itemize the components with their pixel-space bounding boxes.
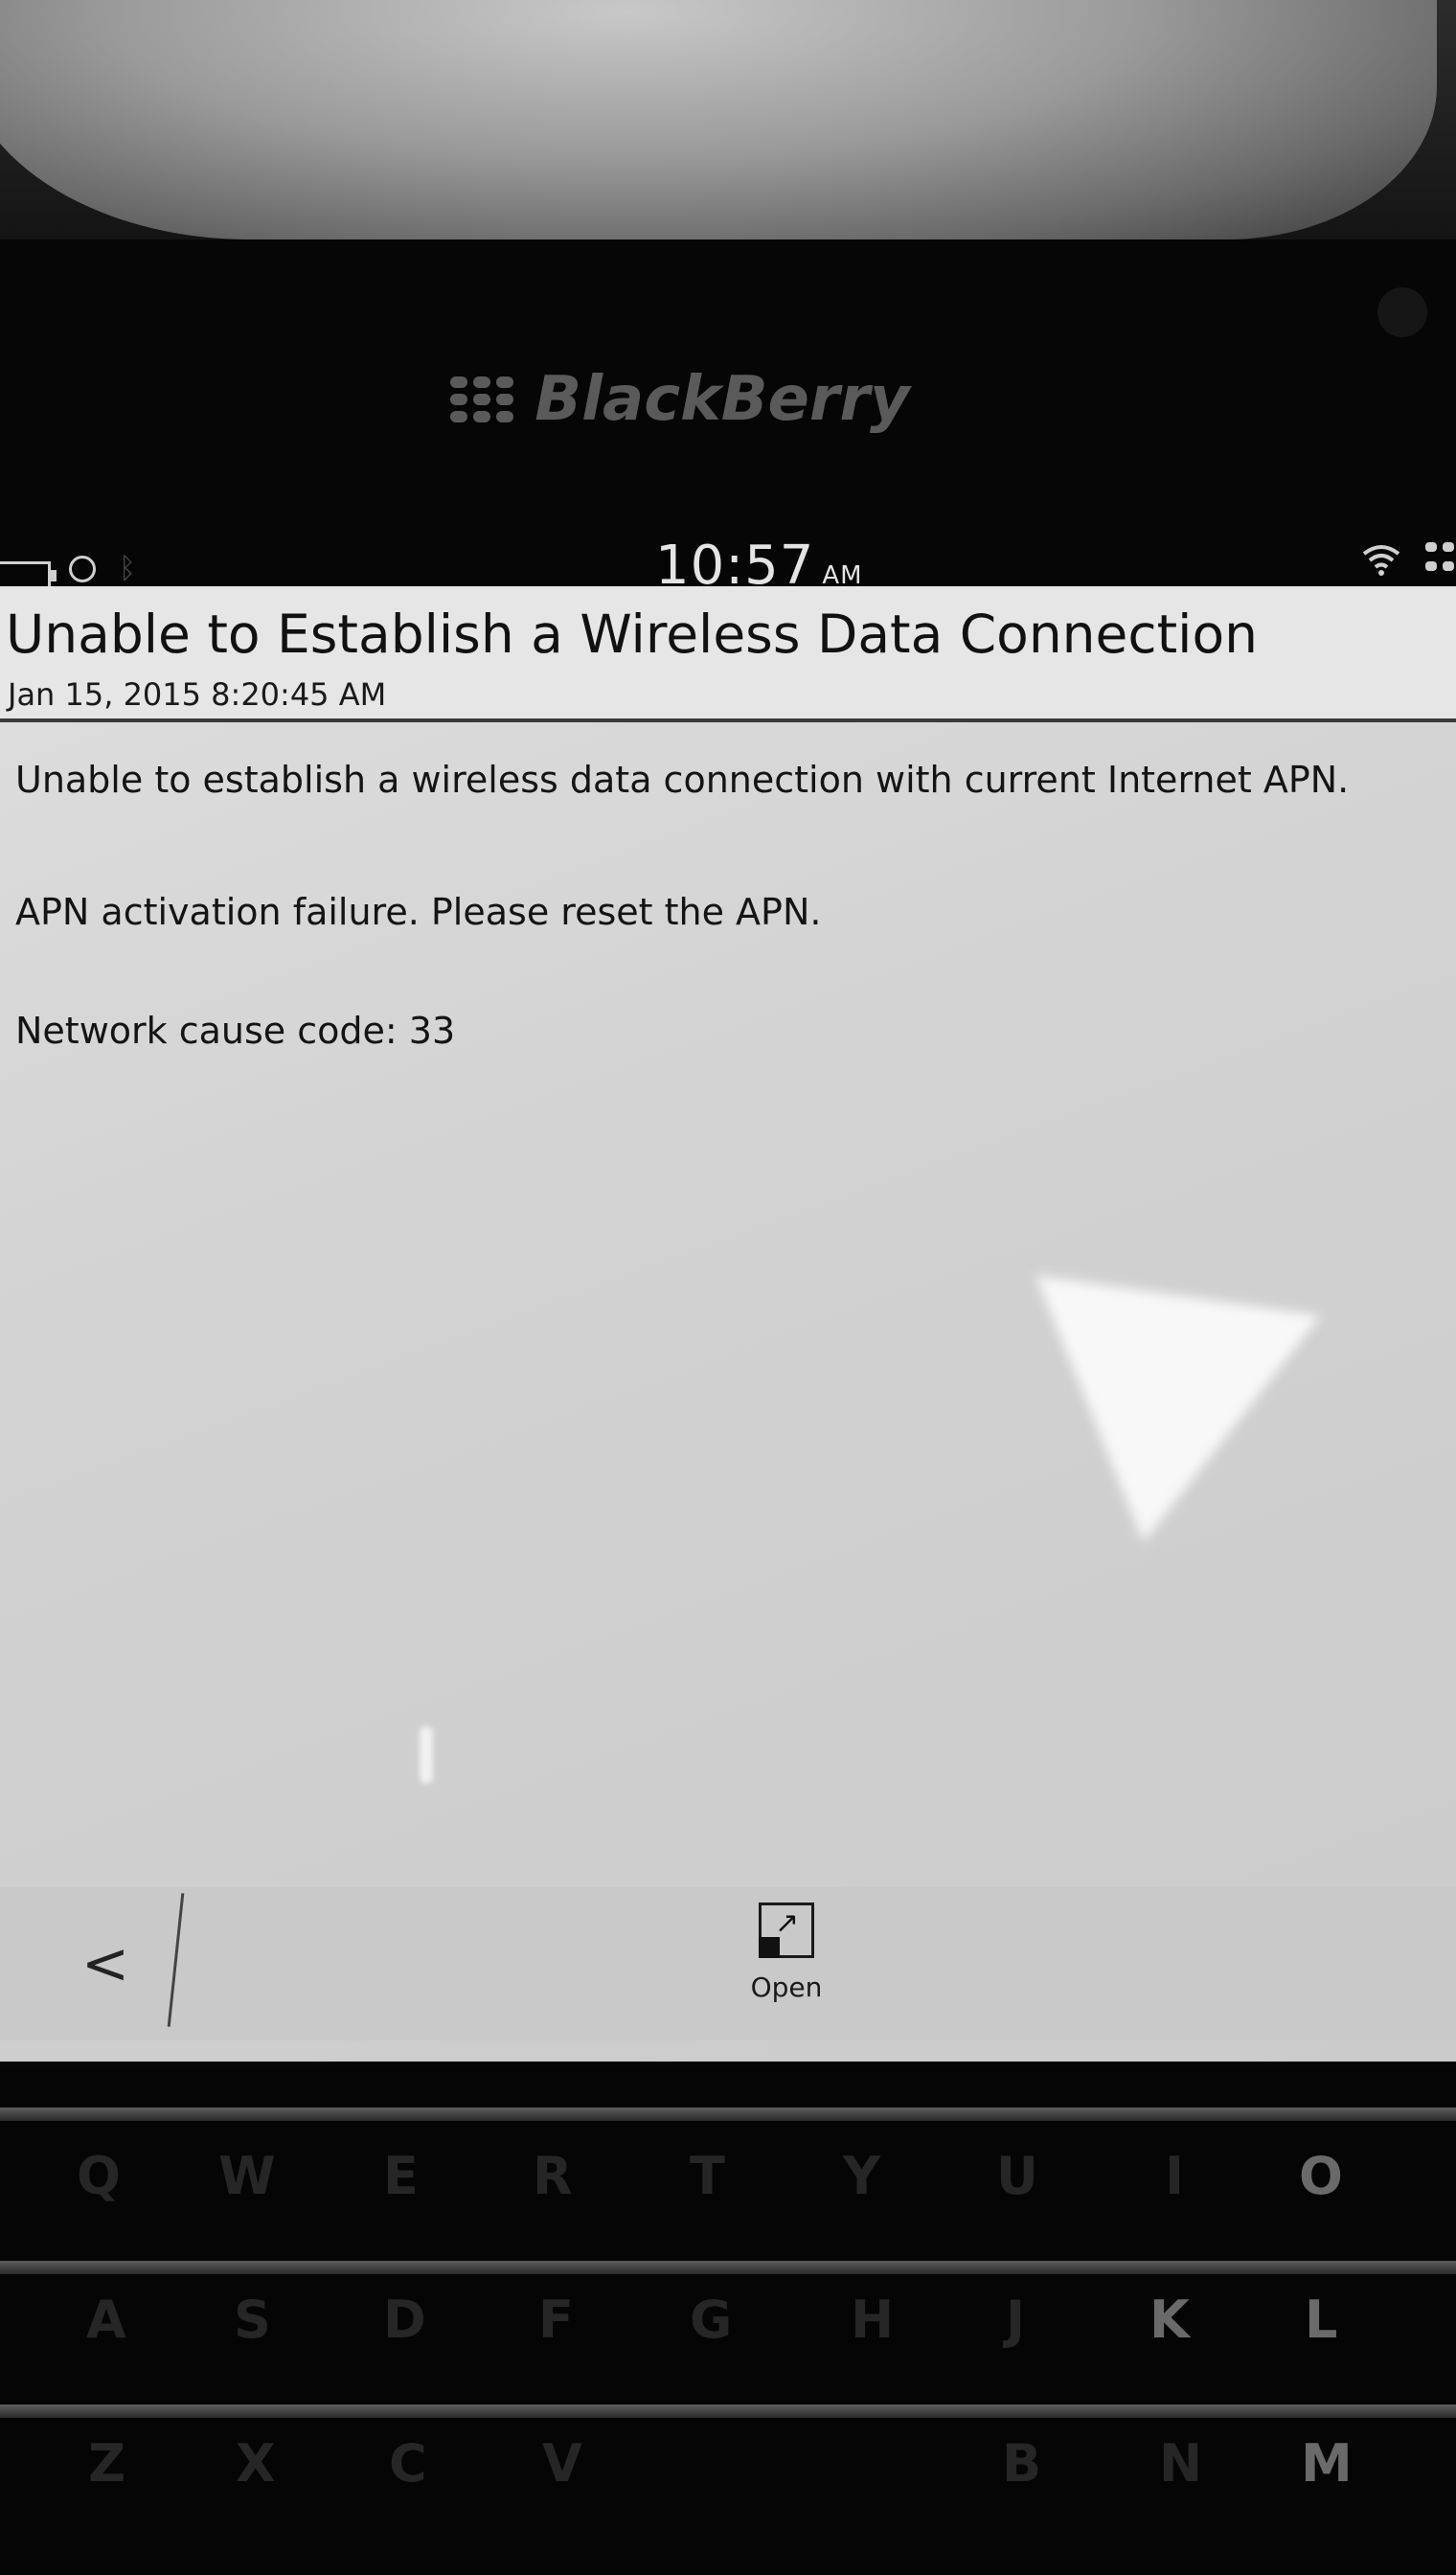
key-a[interactable]: A xyxy=(86,2290,126,2350)
key-d[interactable]: D xyxy=(383,2290,426,2350)
key-c[interactable]: C xyxy=(389,2433,427,2494)
key-z[interactable]: Z xyxy=(88,2433,125,2494)
alarm-icon xyxy=(69,556,96,582)
action-bar-divider xyxy=(167,1893,185,2027)
blackberry-logo-icon xyxy=(450,376,514,422)
wifi-icon xyxy=(1362,545,1400,576)
key-g[interactable]: G xyxy=(690,2290,732,2350)
photo-stage: BlackBerry ᛒ 10:57 AM Unable to Establish… xyxy=(0,0,1456,2575)
status-bar: ᛒ 10:57 AM xyxy=(0,517,1456,597)
key-e[interactable]: E xyxy=(383,2146,419,2206)
key-s[interactable]: S xyxy=(234,2290,271,2350)
key-m[interactable]: M xyxy=(1301,2433,1353,2494)
key-l[interactable]: L xyxy=(1305,2290,1337,2350)
keyboard-row-2: A S D F G H J K L xyxy=(0,2290,1456,2395)
key-y[interactable]: Y xyxy=(843,2146,880,2206)
keyboard-fret xyxy=(0,2261,1456,2274)
finger xyxy=(0,0,1437,239)
brand-name: BlackBerry xyxy=(535,364,910,435)
action-bar: < ↗ Open xyxy=(0,1887,1456,2040)
physical-keyboard: Q W E R T Y U I O A S D F G H J K L Z X … xyxy=(0,2069,1456,2575)
open-icon: ↗ xyxy=(759,1903,814,1958)
notification-screen: Unable to Establish a Wireless Data Conn… xyxy=(0,586,1456,2062)
keyboard-row-3: Z X C V B N M xyxy=(0,2433,1456,2539)
key-o[interactable]: O xyxy=(1299,2146,1343,2206)
key-u[interactable]: U xyxy=(996,2146,1038,2206)
keyboard-row-1: Q W E R T Y U I O xyxy=(0,2146,1456,2251)
key-f[interactable]: F xyxy=(538,2290,574,2350)
key-b[interactable]: B xyxy=(1002,2433,1041,2494)
key-x[interactable]: X xyxy=(236,2433,276,2494)
open-label: Open xyxy=(750,1971,823,2003)
notification-title: Unable to Establish a Wireless Data Conn… xyxy=(6,604,1258,665)
message-line-3: Network cause code: 33 xyxy=(15,1010,456,1052)
open-button[interactable]: ↗ Open xyxy=(734,1903,839,2017)
key-n[interactable]: N xyxy=(1159,2433,1202,2494)
light-glare-small xyxy=(420,1726,433,1784)
keyboard-fret xyxy=(0,2404,1456,2418)
brand-logo-area: BlackBerry xyxy=(0,364,1456,435)
notification-header: Unable to Establish a Wireless Data Conn… xyxy=(0,586,1456,722)
message-line-1: Unable to establish a wireless data conn… xyxy=(15,759,1350,801)
key-t[interactable]: T xyxy=(690,2146,725,2206)
message-line-2: APN activation failure. Please reset the… xyxy=(15,891,822,933)
key-w[interactable]: W xyxy=(218,2146,276,2206)
back-button[interactable]: < xyxy=(77,1926,134,2002)
key-v[interactable]: V xyxy=(542,2433,582,2494)
key-i[interactable]: I xyxy=(1165,2146,1184,2206)
notification-timestamp: Jan 15, 2015 8:20:45 AM xyxy=(8,676,387,713)
bluetooth-icon: ᛒ xyxy=(119,552,136,585)
key-h[interactable]: H xyxy=(851,2290,894,2350)
key-j[interactable]: J xyxy=(1006,2290,1025,2350)
key-q[interactable]: Q xyxy=(77,2146,121,2206)
key-k[interactable]: K xyxy=(1149,2290,1190,2350)
keyboard-fret xyxy=(0,2108,1456,2121)
key-r[interactable]: R xyxy=(533,2146,573,2206)
sensor-dot xyxy=(1377,287,1427,337)
light-glare xyxy=(1035,1182,1375,1542)
network-icon xyxy=(1425,542,1454,575)
